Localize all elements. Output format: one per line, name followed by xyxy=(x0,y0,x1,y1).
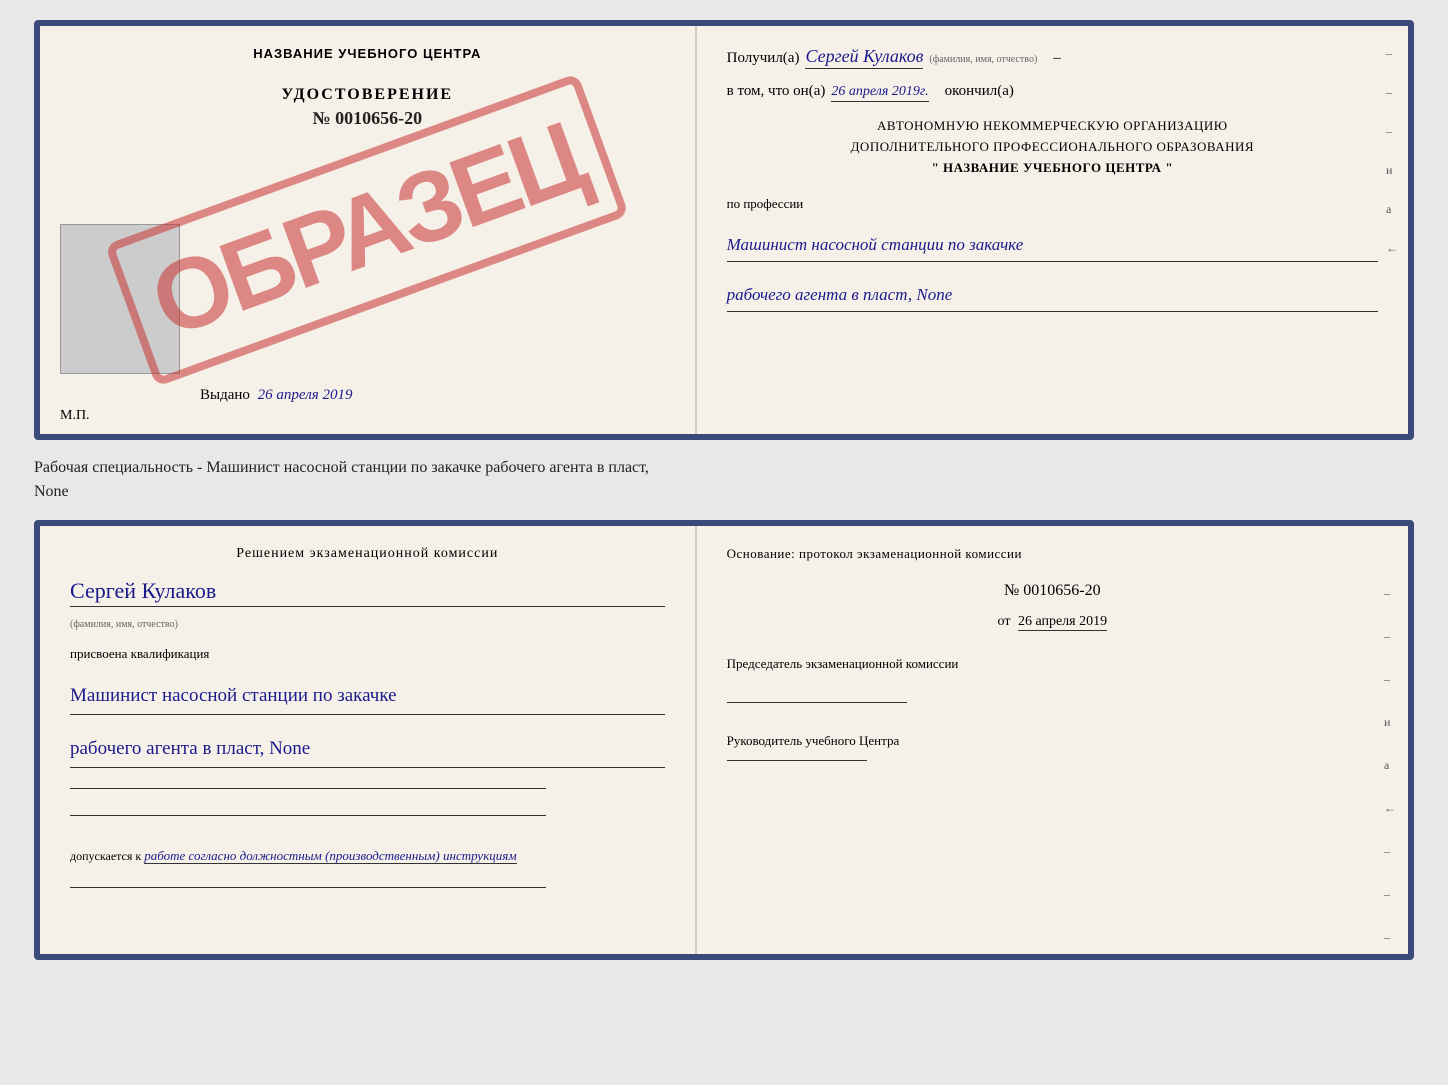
org-line2: ДОПОЛНИТЕЛЬНОГО ПРОФЕССИОНАЛЬНОГО ОБРАЗО… xyxy=(727,137,1378,158)
b-mark-8: – xyxy=(1384,887,1396,902)
okonchil-label: окончил(а) xyxy=(945,83,1014,100)
vtom-label: в том, что он(а) xyxy=(727,83,826,100)
protokol-number: № 0010656-20 xyxy=(727,582,1378,600)
vtom-date: 26 апреля 2019г. xyxy=(831,84,928,102)
specialty-label: Рабочая специальность - Машинист насосно… xyxy=(34,452,1414,508)
person-name-bottom: Сергей Кулаков xyxy=(70,578,665,607)
predsedatel-sig-line xyxy=(727,683,907,703)
top-right-margin-marks: – – – и а ← xyxy=(1386,46,1398,256)
predsedatel-block: Председатель экзаменационной комиссии xyxy=(727,654,1378,703)
mark-2: – xyxy=(1386,85,1398,100)
specialty-text2: None xyxy=(34,483,69,500)
bottom-doc-left: Решением экзаменационной комиссии Сергей… xyxy=(40,526,697,954)
sig-line-1 xyxy=(70,788,546,789)
org-line1: АВТОНОМНУЮ НЕКОММЕРЧЕСКУЮ ОРГАНИЗАЦИЮ xyxy=(727,116,1378,137)
ot-date-value: 26 апреля 2019 xyxy=(1018,614,1107,631)
fio-sub-bottom: (фамилия, имя, отчество) xyxy=(70,619,665,630)
udostoverenie-block: УДОСТОВЕРЕНИЕ № 0010656-20 xyxy=(272,81,464,134)
predsedatel-title: Председатель экзаменационной комиссии xyxy=(727,654,1378,675)
org-line3: " НАЗВАНИЕ УЧЕБНОГО ЦЕНТРА " xyxy=(727,158,1378,179)
resheniem-title: Решением экзаменационной комиссии xyxy=(70,546,665,562)
b-mark-6: ← xyxy=(1384,801,1396,816)
b-mark-4: и xyxy=(1384,715,1396,730)
b-mark-7: – xyxy=(1384,844,1396,859)
prof-line2-bottom: рабочего агента в пласт, None xyxy=(70,731,665,768)
mp-line: М.П. xyxy=(60,408,90,424)
bottom-document: Решением экзаменационной комиссии Сергей… xyxy=(34,520,1414,960)
osnovanie-title: Основание: протокол экзаменационной коми… xyxy=(727,546,1378,562)
udostoverenie-number: № 0010656-20 xyxy=(282,108,454,129)
rukovoditel-title: Руководитель учебного Центра xyxy=(727,731,1378,752)
top-doc-right: Получил(а) Сергей Кулаков (фамилия, имя,… xyxy=(697,26,1408,434)
vydano-line: Выдано 26 апреля 2019 xyxy=(200,387,352,404)
ot-date: от 26 апреля 2019 xyxy=(727,614,1378,630)
mark-4: и xyxy=(1386,163,1398,178)
mark-3: – xyxy=(1386,124,1398,139)
vydano-label: Выдано xyxy=(200,387,250,403)
b-mark-2: – xyxy=(1384,629,1396,644)
top-doc-left: НАЗВАНИЕ УЧЕБНОГО ЦЕНТРА ОБРАЗЕЦ УДОСТОВ… xyxy=(40,26,697,434)
vtom-line: в том, что он(а) 26 апреля 2019г. окончи… xyxy=(727,83,1378,102)
b-mark-5: а xyxy=(1384,758,1396,773)
bottom-doc-right: Основание: протокол экзаменационной коми… xyxy=(697,526,1408,954)
b-mark-1: – xyxy=(1384,586,1396,601)
prisvoyena-label: присвоена квалификация xyxy=(70,646,665,662)
vydano-date: 26 апреля 2019 xyxy=(258,387,353,403)
poluchil-name: Сергей Кулаков xyxy=(805,46,923,69)
bottom-right-margin-marks: – – – и а ← – – – – xyxy=(1384,586,1396,960)
prof-line1-top: Машинист насосной станции по закачке xyxy=(727,230,1378,262)
photo-placeholder xyxy=(60,224,180,374)
mark-6: ← xyxy=(1386,241,1398,256)
rukovoditel-sig-line xyxy=(727,760,867,761)
poluchil-line: Получил(а) Сергей Кулаков (фамилия, имя,… xyxy=(727,46,1378,69)
dopuskaetsya-block: допускается к работе согласно должностны… xyxy=(70,846,665,867)
poluchil-label: Получил(а) xyxy=(727,50,800,67)
top-center-title: НАЗВАНИЕ УЧЕБНОГО ЦЕНТРА xyxy=(253,46,481,61)
b-mark-3: – xyxy=(1384,672,1396,687)
rukovoditel-block: Руководитель учебного Центра xyxy=(727,731,1378,761)
mark-1: – xyxy=(1386,46,1398,61)
fio-sub-top: (фамилия, имя, отчество) xyxy=(929,54,1037,65)
prof-line2-top: рабочего агента в пласт, None xyxy=(727,280,1378,312)
prof-line1-bottom: Машинист насосной станции по закачке xyxy=(70,678,665,715)
sig-line-2 xyxy=(70,815,546,816)
udostoverenie-title: УДОСТОВЕРЕНИЕ xyxy=(282,86,454,104)
mark-5: а xyxy=(1386,202,1398,217)
dopuskaetsya-label: допускается к xyxy=(70,849,141,863)
ot-label: от xyxy=(998,614,1011,629)
top-document: НАЗВАНИЕ УЧЕБНОГО ЦЕНТРА ОБРАЗЕЦ УДОСТОВ… xyxy=(34,20,1414,440)
sig-line-3 xyxy=(70,887,546,888)
specialty-text: Рабочая специальность - Машинист насосно… xyxy=(34,459,649,476)
dash-1: – xyxy=(1053,50,1061,67)
po-professii-label: по профессии xyxy=(727,196,1378,212)
dopuskaetsya-text: работе согласно должностным (производств… xyxy=(144,848,516,864)
b-mark-9: – xyxy=(1384,930,1396,945)
org-block: АВТОНОМНУЮ НЕКОММЕРЧЕСКУЮ ОРГАНИЗАЦИЮ ДО… xyxy=(727,116,1378,178)
